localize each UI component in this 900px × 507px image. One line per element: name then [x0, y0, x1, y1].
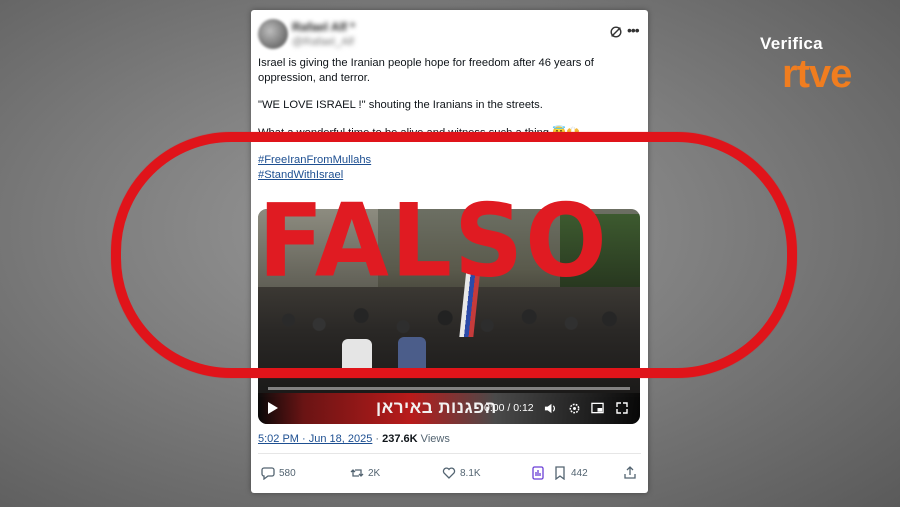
- author-handle[interactable]: @Rafael_Alf: [292, 36, 354, 48]
- analytics-icon: [532, 466, 544, 480]
- bookmark-count: 442: [571, 467, 588, 479]
- video-controls: הפגנות באיראן 0:00 / 0:12: [258, 393, 640, 424]
- tweet-meta: 5:02 PM · Jun 18, 2025 · 237.6K Views: [258, 433, 450, 445]
- tweet-actions: 580 2K 8.1K 442: [251, 464, 648, 484]
- analytics-button[interactable]: [531, 466, 545, 480]
- share-button[interactable]: [623, 466, 637, 480]
- settings-icon[interactable]: [568, 402, 581, 415]
- more-options-icon[interactable]: •••: [627, 22, 640, 38]
- like-button[interactable]: 8.1K: [442, 466, 481, 480]
- play-icon[interactable]: [267, 401, 279, 415]
- volume-icon[interactable]: [544, 402, 557, 415]
- video-time-readout: 0:00 / 0:12: [484, 402, 534, 414]
- video-progress-bar[interactable]: [268, 387, 630, 390]
- reply-count: 580: [279, 467, 296, 479]
- picture-in-picture-icon[interactable]: [591, 402, 604, 414]
- bookmark-icon: [555, 466, 565, 480]
- reply-icon: [261, 467, 275, 480]
- author-display-name[interactable]: Rafael Alf *: [292, 20, 355, 34]
- reply-button[interactable]: 580: [261, 466, 296, 480]
- brand-rtve: rtve: [782, 52, 852, 96]
- fullscreen-icon[interactable]: [616, 402, 628, 414]
- tweet-header: Rafael Alf * @Rafael_Alf •••: [258, 19, 640, 59]
- heart-icon: [442, 467, 456, 479]
- verifica-rtve-logo: Verifica rtve: [752, 34, 882, 104]
- video-caption: הפגנות באיראן: [376, 398, 497, 417]
- repost-icon: [350, 469, 364, 477]
- repost-button[interactable]: 2K: [350, 466, 380, 480]
- like-count: 8.1K: [460, 467, 481, 479]
- share-icon: [624, 466, 636, 479]
- views-label: Views: [417, 433, 450, 445]
- tweet-text-line-2: "WE LOVE ISRAEL !" shouting the Iranians…: [258, 99, 543, 112]
- divider: [258, 453, 641, 454]
- tweet-timestamp[interactable]: 5:02 PM · Jun 18, 2025: [258, 433, 372, 445]
- bookmark-button[interactable]: 442: [553, 466, 588, 480]
- repost-count: 2K: [368, 467, 381, 479]
- avatar[interactable]: [258, 19, 288, 49]
- tweet-text-line-1: Israel is giving the Iranian people hope…: [258, 57, 594, 85]
- grok-icon[interactable]: [609, 25, 623, 39]
- brand-verifica: Verifica: [760, 34, 823, 53]
- falso-stamp-text: FALSO: [258, 182, 609, 300]
- views-count: 237.6K: [382, 433, 418, 445]
- meta-separator: ·: [372, 433, 383, 445]
